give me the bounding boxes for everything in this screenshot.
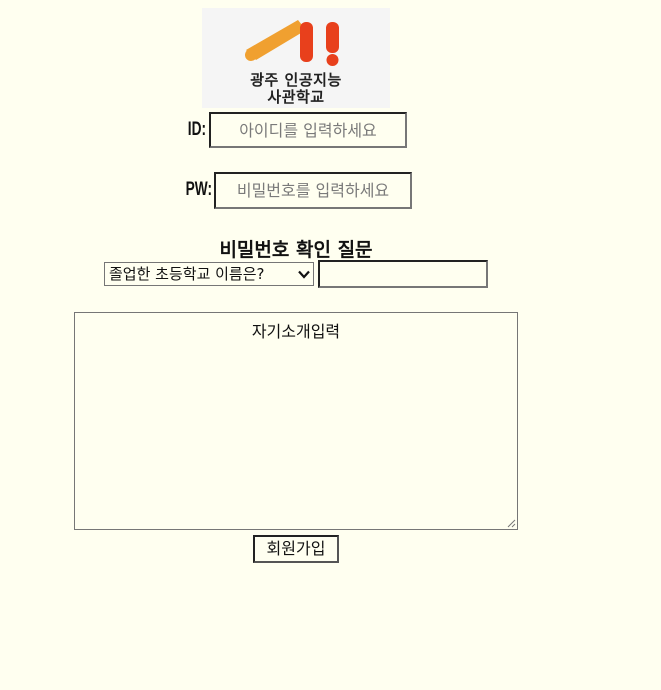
bio-placeholder: 자기소개입력 [251,322,341,341]
security-question-title: 비밀번호 확인 질문 [219,239,373,261]
signup-page: 광주 인공지능 사관학교 ID: PW: 비밀번호 확인 질문 졸업한 초등학교… [0,0,661,690]
logo-text-line2: 사관학교 [267,88,325,106]
school-logo: 광주 인공지능 사관학교 [202,8,390,108]
pw-label: PW: [185,179,212,200]
id-input[interactable] [209,112,407,148]
id-label: ID: [187,119,206,140]
security-question-select[interactable]: 졸업한 초등학교 이름은? [104,262,314,286]
signup-button[interactable]: 회원가입 [253,535,339,563]
security-question-selected: 졸업한 초등학교 이름은? [109,265,265,283]
chevron-down-icon [298,270,310,279]
password-input[interactable] [214,172,412,209]
resize-grip-icon[interactable] [506,518,516,528]
security-answer-input[interactable] [318,260,488,288]
bio-textarea[interactable]: 자기소개입력 [74,312,518,530]
logo-text-line1: 광주 인공지능 [250,71,342,89]
